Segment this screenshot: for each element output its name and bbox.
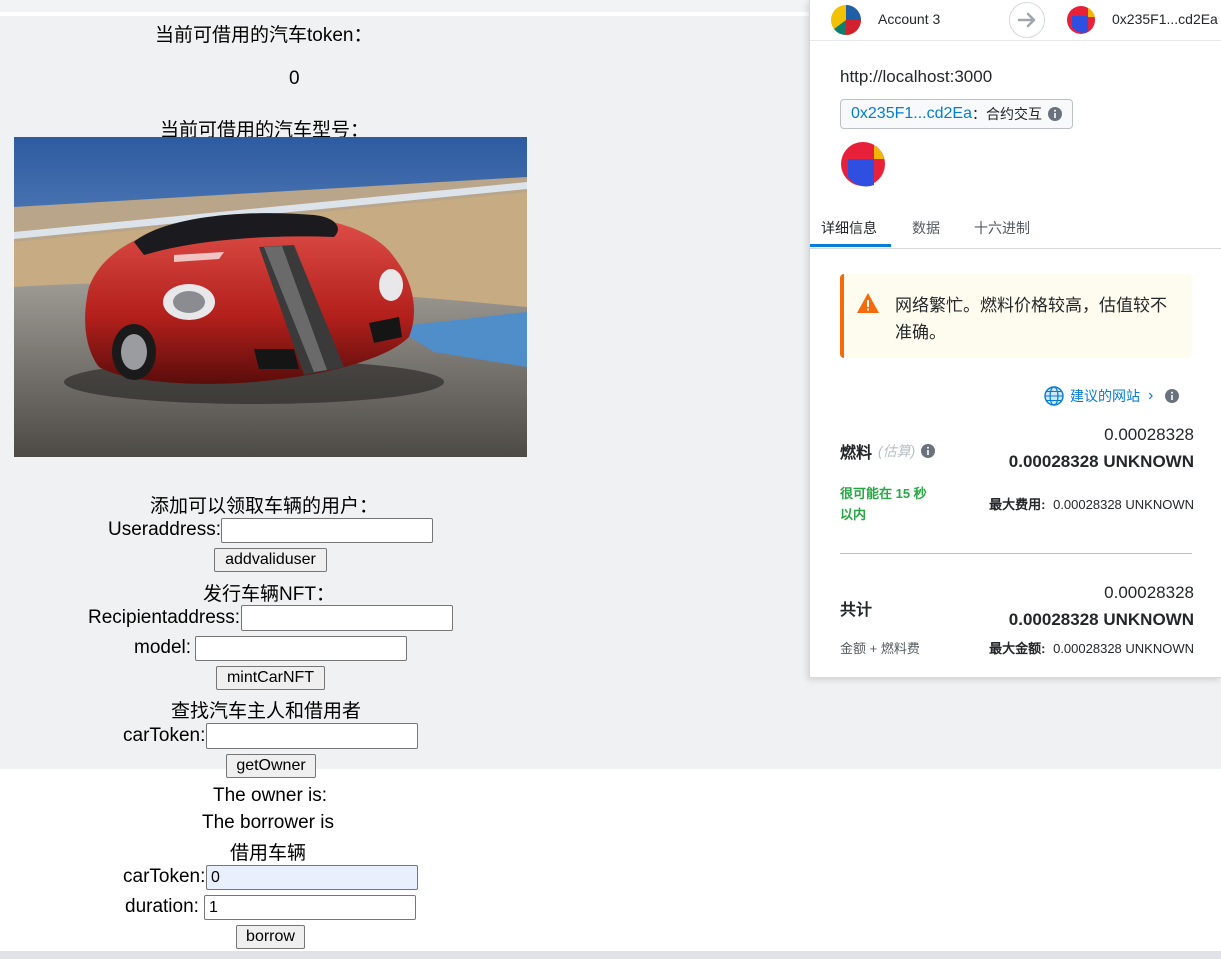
likely-time-line2: 以内 [840,507,867,522]
cartoken-input[interactable] [206,723,418,749]
max-amount-row: 最大金额: 0.00028328 UNKNOWN [989,638,1194,657]
find-heading: 查找汽车主人和借用者 [171,701,362,722]
max-fee-value: 0.00028328 UNKNOWN [1053,497,1194,512]
globe-icon [1044,386,1064,406]
total-label: 共计 [840,602,873,619]
duration-input[interactable] [204,895,416,920]
arrow-right-icon [1009,2,1045,38]
borrower-text: The borrower is [202,812,334,833]
max-amount-value: 0.00028328 UNKNOWN [1053,641,1194,656]
origin-url: http://localhost:3000 [840,67,993,86]
max-fee-row: 最大费用: 0.00028328 UNKNOWN [989,494,1194,513]
available-token-value: 0 [289,68,300,89]
account-name: Account 3 [878,11,941,27]
mint-car-nft-button[interactable]: mintCarNFT [216,666,325,690]
warning-icon [856,292,880,319]
likely-time-line1: 很可能在 15 秒 [840,486,927,501]
recipient-input[interactable] [241,605,453,631]
info-icon[interactable] [921,444,936,458]
warning-text-line1: 网络繁忙。燃料价格较高，估值较不 [895,296,1167,315]
total-sub-label: 金额 + 燃料费 [840,641,920,656]
gas-estimate-label: (估算) [878,443,916,459]
chevron-right-icon: › [1148,387,1154,404]
add-user-heading: 添加可以领取车辆的用户： [150,496,379,517]
account-avatar[interactable] [830,4,862,41]
available-token-label: 当前可借用的汽车token： [155,25,373,46]
gas-value-bold: 0.00028328 UNKNOWN [1008,452,1194,471]
total-value-small: 0.00028328 [1104,583,1194,602]
suggested-site-link[interactable]: 建议的网站 › [1044,386,1180,406]
metamask-popup: Account 3 0x235F1...cd2Ea http://localho… [809,0,1221,678]
borrow-button[interactable]: borrow [236,925,305,949]
section-divider [840,553,1192,554]
tab-hex[interactable]: 十六进制 [974,218,1030,238]
tab-bar: 详细信息 数据 十六进制 [810,206,1221,249]
duration-label: duration: [125,896,199,917]
active-tab-indicator [810,244,891,247]
borrow-cartoken-label: carToken: [123,866,206,887]
recipient-label: Recipientaddress: [88,607,241,628]
total-value-bold: 0.00028328 UNKNOWN [1008,610,1194,629]
network-busy-warning: 网络繁忙。燃料价格较高，估值较不 准确。 [840,274,1192,358]
tab-details[interactable]: 详细信息 [821,218,877,238]
car-image [14,137,527,457]
borrow-heading: 借用车辆 [230,843,307,864]
mint-heading: 发行车辆NFT： [203,584,335,605]
info-icon[interactable] [1165,389,1180,403]
contract-action: ：合约交互 [971,106,1042,122]
info-icon[interactable] [1047,107,1062,121]
model-label: model: [134,637,192,658]
model-input[interactable] [195,636,407,661]
contract-chip[interactable]: 0x235F1...cd2Ea ：合约交互 [840,99,1073,129]
max-fee-label: 最大费用: [989,497,1046,512]
recipient-address: 0x235F1...cd2Ea [1112,11,1218,27]
gas-label: 燃料 [840,445,873,462]
useraddress-input[interactable] [221,518,433,543]
useraddress-label: Useraddress: [108,519,221,540]
addvaliduser-button[interactable]: addvaliduser [214,548,327,572]
page-bottom-strip [0,951,1221,959]
account-header: Account 3 0x235F1...cd2Ea [810,0,1221,41]
tab-data[interactable]: 数据 [912,218,940,238]
gas-value-small: 0.00028328 [1104,425,1194,444]
contract-identicon [840,141,886,192]
gas-label-row: 燃料 (估算) [840,439,936,463]
borrow-cartoken-input[interactable] [206,865,418,890]
contract-address: 0x235F1...cd2Ea [851,105,972,122]
owner-text: The owner is: [213,785,328,806]
max-amount-label: 最大金额: [989,641,1046,656]
recipient-avatar [1066,5,1096,40]
cartoken-label: carToken: [123,725,206,746]
suggested-site-text: 建议的网站 [1070,388,1140,404]
getowner-button[interactable]: getOwner [226,754,316,778]
warning-text-line2: 准确。 [895,323,946,342]
